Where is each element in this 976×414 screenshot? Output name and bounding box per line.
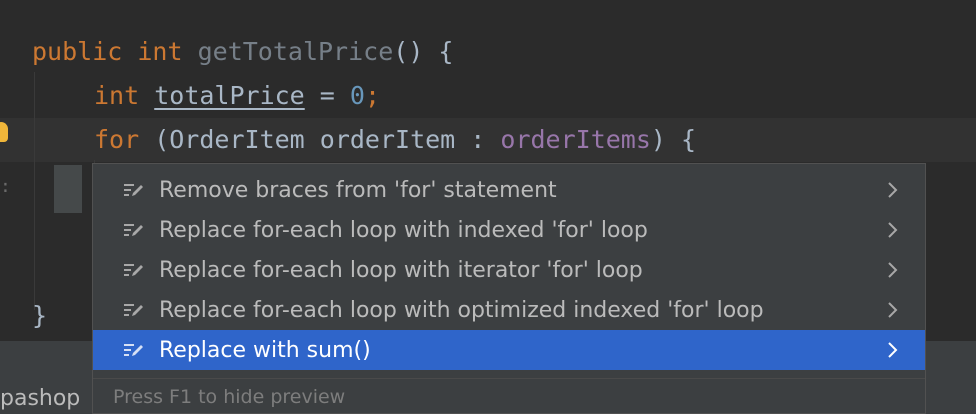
keyword-for: for <box>94 125 140 154</box>
intention-menu-item-label: Remove braces from 'for' statement <box>159 177 557 203</box>
popup-hint: Press F1 to hide preview <box>93 378 925 414</box>
gutter-marker: : <box>0 176 11 197</box>
indent-guide <box>34 72 35 310</box>
chevron-right-icon[interactable] <box>883 221 903 239</box>
intention-menu-item[interactable]: Replace with sum() <box>93 330 925 370</box>
pencil-bulb-icon <box>121 261 147 279</box>
code-line-declaration[interactable]: int totalPrice = 0; <box>94 80 380 112</box>
variable-total-price: totalPrice <box>154 81 305 110</box>
code-line-for-loop[interactable]: for (OrderItem orderItem : orderItems) { <box>94 124 696 156</box>
keyword-int: int <box>94 81 140 110</box>
assign-operator: = <box>304 81 350 110</box>
intention-menu-item[interactable]: Replace for-each loop with indexed 'for'… <box>93 210 925 250</box>
chevron-right-icon[interactable] <box>883 181 903 199</box>
intention-menu-item-label: Replace for-each loop with optimized ind… <box>159 297 764 323</box>
intention-menu-item-label: Replace for-each loop with indexed 'for'… <box>159 217 648 243</box>
semicolon: ; <box>364 81 381 110</box>
for-open-brace: ) { <box>650 125 697 154</box>
project-name[interactable]: pashop <box>0 386 80 411</box>
chevron-right-icon[interactable] <box>883 341 903 359</box>
intention-actions-popup[interactable]: Press F1 to hide preview Remove braces f… <box>92 163 926 414</box>
lightbulb-icon[interactable] <box>0 122 8 142</box>
code-line-method-signature[interactable]: public int getTotalPrice() { <box>32 36 453 68</box>
number-literal: 0 <box>349 81 365 110</box>
pencil-bulb-icon <box>121 221 147 239</box>
intention-menu-item-label: Replace for-each loop with iterator 'for… <box>159 257 643 283</box>
closing-brace: } <box>32 301 48 330</box>
keyword-int: int <box>137 37 183 66</box>
method-name: getTotalPrice <box>197 37 394 66</box>
pencil-bulb-icon <box>121 301 147 319</box>
intention-menu-item-label: Replace with sum() <box>159 337 371 363</box>
chevron-right-icon[interactable] <box>883 261 903 279</box>
method-parens: () { <box>393 37 454 66</box>
field-order-items: orderItems <box>500 125 651 154</box>
chevron-right-icon[interactable] <box>883 301 903 319</box>
intention-menu-item[interactable]: Remove braces from 'for' statement <box>93 170 925 210</box>
intention-menu-item[interactable]: Replace for-each loop with optimized ind… <box>93 290 925 330</box>
pencil-bulb-icon <box>121 181 147 199</box>
keyword-public: public <box>32 37 123 66</box>
intention-menu-item[interactable]: Replace for-each loop with iterator 'for… <box>93 250 925 290</box>
pencil-bulb-icon <box>121 341 147 359</box>
for-header: (OrderItem orderItem : <box>139 125 501 154</box>
code-line-closing-brace[interactable]: } <box>32 300 47 332</box>
caret-block <box>54 165 82 213</box>
